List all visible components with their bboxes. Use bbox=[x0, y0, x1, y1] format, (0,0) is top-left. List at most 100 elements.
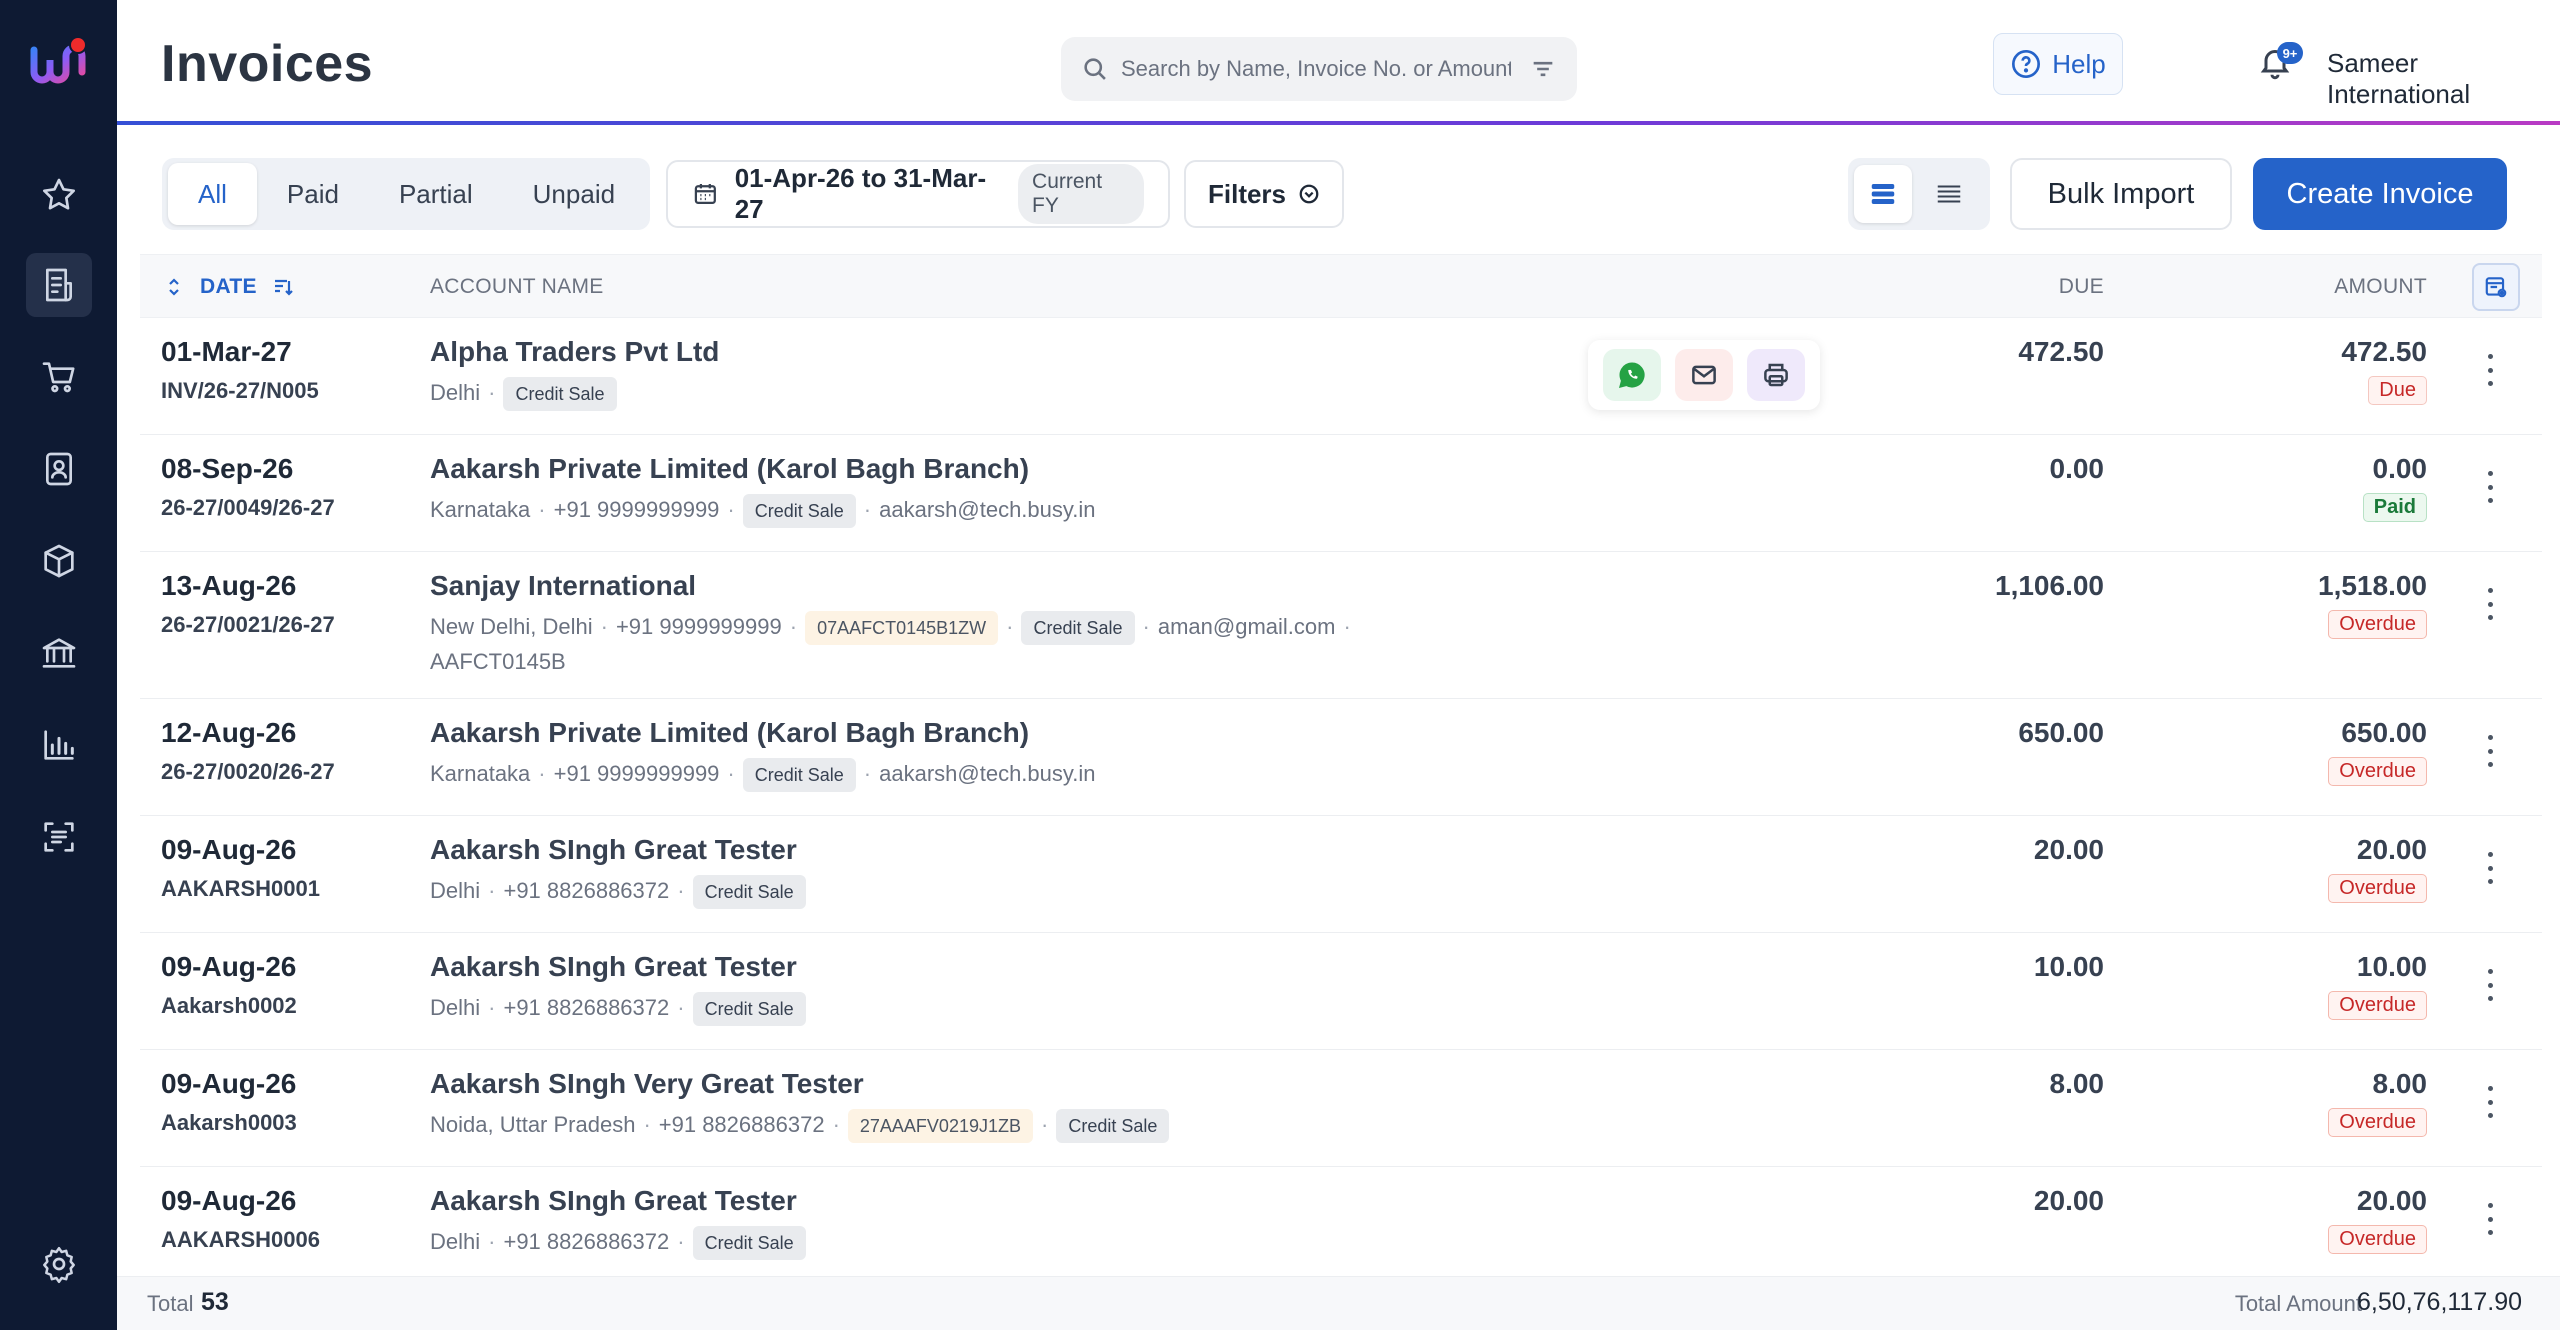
table-row[interactable]: 09-Aug-26 Aakarsh0003 Aakarsh SIngh Very… bbox=[140, 1050, 2542, 1167]
sidebar-item-scan[interactable] bbox=[26, 805, 92, 869]
account-phone: +91 8826886372 bbox=[503, 878, 670, 903]
row-quick-actions bbox=[1588, 340, 1820, 410]
row-more-options-icon[interactable] bbox=[2484, 588, 2496, 620]
invoice-number[interactable]: INV/26-27/N005 bbox=[161, 378, 319, 404]
sale-type-tag: Credit Sale bbox=[1021, 611, 1135, 646]
invoice-table-body: 01-Mar-27 INV/26-27/N005 Alpha Traders P… bbox=[140, 318, 2542, 1283]
table-row[interactable]: 09-Aug-26 AAKARSH0001 Aakarsh SIngh Grea… bbox=[140, 816, 2542, 933]
due-amount: 472.50 bbox=[2018, 336, 2104, 367]
table-row[interactable]: 12-Aug-26 26-27/0020/26-27 Aakarsh Priva… bbox=[140, 699, 2542, 816]
row-more-options-icon[interactable] bbox=[2484, 852, 2496, 884]
invoice-number[interactable]: AAKARSH0001 bbox=[161, 876, 320, 902]
account-location: Delhi bbox=[430, 995, 481, 1020]
account-cell: Aakarsh SIngh Great Tester Delhi · +91 882… bbox=[430, 951, 1490, 1027]
email-share-button[interactable] bbox=[1675, 349, 1733, 401]
table-row[interactable]: 08-Sep-26 26-27/0049/26-27 Aakarsh Priva… bbox=[140, 435, 2542, 552]
sidebar-item-favourites[interactable] bbox=[26, 163, 92, 227]
sidebar-item-purchases[interactable] bbox=[26, 345, 92, 409]
view-toggle bbox=[1848, 158, 1990, 230]
sort-descending-icon bbox=[274, 279, 293, 296]
date-range-picker[interactable]: 01-Apr-26 to 31-Mar-27 Current FY bbox=[666, 160, 1170, 228]
bank-icon bbox=[42, 638, 76, 668]
create-invoice-button[interactable]: Create Invoice bbox=[2253, 158, 2507, 230]
account-pan: AAFCT0145B bbox=[430, 649, 566, 675]
help-circle-icon bbox=[2012, 50, 2041, 78]
invoice-number[interactable]: 26-27/0020/26-27 bbox=[161, 759, 335, 785]
invoice-amount: 8.00 bbox=[2372, 1068, 2428, 1099]
filter-lines-icon[interactable] bbox=[1529, 55, 1557, 83]
invoice-date: 09-Aug-26 bbox=[161, 951, 297, 982]
account-location: Delhi bbox=[430, 380, 481, 405]
notifications-button[interactable]: 9+ bbox=[2257, 42, 2303, 84]
company-name[interactable]: Sameer International bbox=[2327, 48, 2560, 110]
bulk-import-button[interactable]: Bulk Import bbox=[2010, 158, 2232, 230]
account-name[interactable]: Aakarsh SIngh Very Great Tester bbox=[430, 1068, 1490, 1100]
status-tabs: All Paid Partial Unpaid bbox=[162, 158, 650, 230]
compact-view-button[interactable] bbox=[1920, 165, 1978, 223]
account-location: New Delhi, Delhi bbox=[430, 614, 593, 639]
account-name[interactable]: Aakarsh SIngh Great Tester bbox=[430, 834, 1490, 866]
search-input[interactable] bbox=[1121, 56, 1511, 82]
star-icon bbox=[43, 178, 75, 210]
invoice-amount: 20.00 bbox=[2356, 1185, 2427, 1216]
table-row[interactable]: 01-Mar-27 INV/26-27/N005 Alpha Traders P… bbox=[140, 318, 2542, 435]
account-name[interactable]: Alpha Traders Pvt Ltd bbox=[430, 336, 1490, 368]
filters-button[interactable]: Filters bbox=[1184, 160, 1344, 228]
account-email: aakarsh@tech.busy.in bbox=[879, 497, 1096, 522]
row-more-options-icon[interactable] bbox=[2484, 354, 2496, 386]
tab-unpaid[interactable]: Unpaid bbox=[503, 163, 645, 225]
account-cell: Aakarsh SIngh Great Tester Delhi · +91 882… bbox=[430, 1185, 1490, 1261]
sidebar-item-reports[interactable] bbox=[26, 713, 92, 777]
account-name[interactable]: Sanjay International bbox=[430, 570, 1490, 602]
comfortable-view-button[interactable] bbox=[1854, 165, 1912, 223]
sidebar bbox=[0, 0, 117, 1330]
date-cell: 13-Aug-26 26-27/0021/26-27 bbox=[161, 570, 335, 638]
invoice-date: 01-Mar-27 bbox=[161, 336, 292, 367]
search-bar[interactable] bbox=[1061, 37, 1577, 101]
invoice-amount: 1,518.00 bbox=[2318, 570, 2427, 601]
tab-partial[interactable]: Partial bbox=[369, 163, 503, 225]
row-more-options-icon[interactable] bbox=[2484, 471, 2496, 503]
sidebar-item-banking[interactable] bbox=[26, 621, 92, 685]
invoice-number[interactable]: 26-27/0049/26-27 bbox=[161, 495, 335, 521]
total-count: 53 bbox=[201, 1288, 229, 1316]
account-location: Karnataka bbox=[430, 761, 531, 786]
invoice-number[interactable]: AAKARSH0006 bbox=[161, 1227, 320, 1253]
sidebar-item-invoices[interactable] bbox=[26, 253, 92, 317]
tab-all[interactable]: All bbox=[168, 163, 257, 225]
print-button[interactable] bbox=[1747, 349, 1805, 401]
calendar-icon bbox=[694, 183, 716, 205]
account-name[interactable]: Aakarsh SIngh Great Tester bbox=[430, 951, 1490, 983]
sale-type-tag: Credit Sale bbox=[692, 1226, 806, 1261]
date-column-header[interactable]: DATE bbox=[162, 255, 295, 319]
gear-icon bbox=[43, 1246, 75, 1284]
table-row[interactable]: 09-Aug-26 AAKARSH0006 Aakarsh SIngh Grea… bbox=[140, 1167, 2542, 1283]
row-more-options-icon[interactable] bbox=[2484, 1203, 2496, 1235]
tab-paid[interactable]: Paid bbox=[257, 163, 369, 225]
account-location: Karnataka bbox=[430, 497, 531, 522]
invoice-number[interactable]: Aakarsh0002 bbox=[161, 993, 297, 1019]
sidebar-item-settings[interactable] bbox=[26, 1232, 92, 1296]
row-more-options-icon[interactable] bbox=[2484, 735, 2496, 767]
account-name[interactable]: Aakarsh Private Limited (Karol Bagh Bran… bbox=[430, 453, 1490, 485]
sidebar-item-contacts[interactable] bbox=[26, 437, 92, 501]
table-row[interactable]: 13-Aug-26 26-27/0021/26-27 Sanjay Intern… bbox=[140, 552, 2542, 699]
account-name[interactable]: Aakarsh Private Limited (Karol Bagh Bran… bbox=[430, 717, 1490, 749]
invoice-amount: 0.00 bbox=[2372, 453, 2428, 484]
invoice-number[interactable]: 26-27/0021/26-27 bbox=[161, 612, 335, 638]
date-header-label: DATE bbox=[200, 275, 257, 298]
account-name[interactable]: Aakarsh SIngh Great Tester bbox=[430, 1185, 1490, 1217]
app-logo-icon[interactable] bbox=[28, 36, 88, 88]
row-more-options-icon[interactable] bbox=[2484, 1086, 2496, 1118]
help-button[interactable]: Help bbox=[1993, 33, 2123, 95]
whatsapp-share-button[interactable] bbox=[1603, 349, 1661, 401]
row-more-options-icon[interactable] bbox=[2484, 969, 2496, 1001]
account-cell: Aakarsh Private Limited (Karol Bagh Bran… bbox=[430, 717, 1490, 793]
printer-icon bbox=[1764, 363, 1788, 387]
table-row[interactable]: 09-Aug-26 Aakarsh0002 Aakarsh SIngh Grea… bbox=[140, 933, 2542, 1050]
column-settings-button[interactable] bbox=[2472, 263, 2520, 311]
sidebar-item-inventory[interactable] bbox=[26, 529, 92, 593]
invoice-date: 09-Aug-26 bbox=[161, 834, 297, 865]
mail-icon bbox=[1692, 365, 1716, 385]
invoice-number[interactable]: Aakarsh0003 bbox=[161, 1110, 297, 1136]
